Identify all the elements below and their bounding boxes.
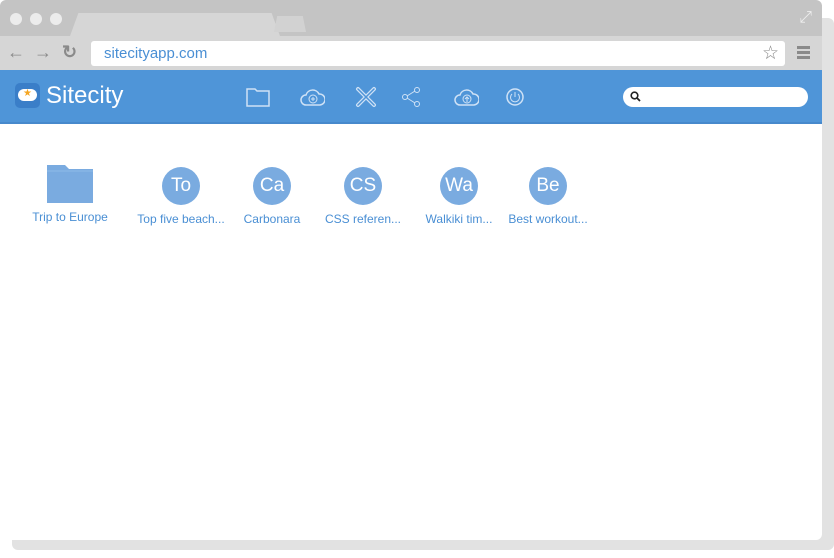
search-icon (630, 91, 641, 102)
minimize-window-button[interactable] (30, 13, 42, 25)
browser-menu-button[interactable] (797, 46, 810, 61)
document-item[interactable]: Ca Carbonara (222, 165, 322, 226)
folder-icon[interactable] (245, 84, 271, 110)
item-label: Best workout... (508, 212, 588, 226)
app-header: Sitecity (0, 70, 822, 124)
document-avatar: Ca (253, 167, 291, 205)
document-item[interactable]: Wa Walkiki tim... (409, 165, 509, 226)
folder-item[interactable]: Trip to Europe (20, 165, 120, 224)
document-avatar: Wa (440, 167, 478, 205)
bookmark-star-icon[interactable]: ☆ (762, 42, 779, 65)
back-button[interactable]: ← (7, 42, 25, 63)
reload-button[interactable]: ↻ (62, 42, 77, 63)
item-label: Trip to Europe (32, 210, 108, 224)
document-avatar: To (162, 167, 200, 205)
title-bar: ⤢ (0, 0, 822, 36)
url-text: sitecityapp.com (104, 45, 208, 62)
forward-button[interactable]: → (34, 42, 52, 63)
fullscreen-icon[interactable]: ⤢ (799, 9, 812, 27)
close-icon[interactable] (353, 84, 379, 110)
browser-toolbar: ← → ↻ sitecityapp.com ☆ (0, 36, 822, 70)
item-label: Top five beach... (137, 212, 225, 226)
cloud-upload-icon[interactable] (453, 84, 479, 110)
share-icon[interactable] (398, 84, 424, 110)
power-icon[interactable] (502, 84, 528, 110)
address-bar[interactable]: sitecityapp.com ☆ (91, 41, 785, 66)
browser-tab-active[interactable] (70, 13, 280, 36)
document-avatar: CS (344, 167, 382, 205)
item-label: CSS referen... (324, 212, 402, 226)
folder-icon (46, 165, 94, 203)
new-tab-button[interactable] (274, 16, 306, 32)
brand-name: Sitecity (46, 82, 124, 109)
cloud-add-icon[interactable] (299, 84, 325, 110)
document-item[interactable]: CS CSS referen... (313, 165, 413, 226)
search-box[interactable] (623, 87, 808, 107)
document-avatar: Be (529, 167, 567, 205)
document-item[interactable]: To Top five beach... (131, 165, 231, 226)
sitecity-logo-icon (15, 83, 40, 108)
item-label: Carbonara (243, 212, 301, 226)
item-label: Walkiki tim... (425, 212, 493, 226)
browser-window: ⤢ ← → ↻ sitecityapp.com ☆ Sitecity Trip … (0, 0, 822, 540)
document-item[interactable]: Be Best workout... (498, 165, 598, 226)
search-input[interactable] (645, 89, 800, 105)
maximize-window-button[interactable] (50, 13, 62, 25)
close-window-button[interactable] (10, 13, 22, 25)
